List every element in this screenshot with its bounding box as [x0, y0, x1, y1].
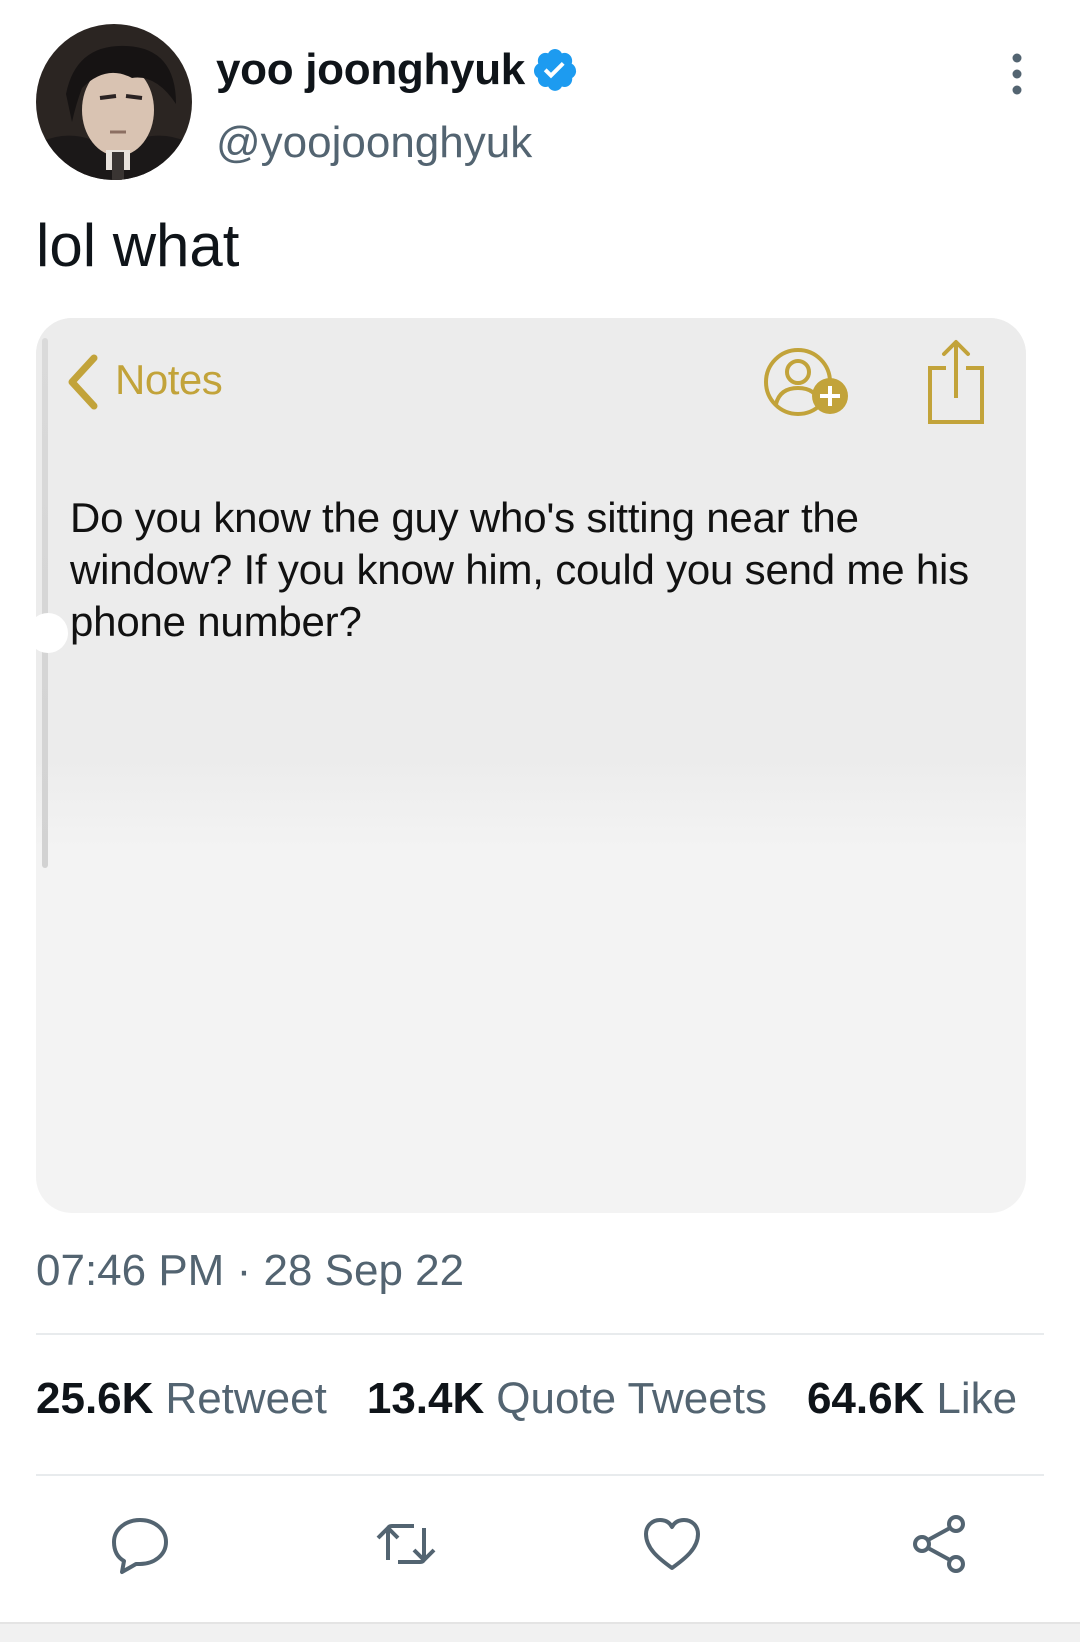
share-icon[interactable] — [908, 1512, 972, 1576]
stat-label: Like — [936, 1374, 1018, 1423]
stat-count: 13.4K — [366, 1374, 485, 1423]
author-name-row[interactable]: yoo joonghyuk — [216, 40, 579, 100]
paper-edge — [42, 338, 48, 868]
timestamp-separator: · — [224, 1246, 264, 1295]
tweet-time: 07:46 PM — [36, 1246, 225, 1295]
verified-badge-icon — [533, 49, 577, 91]
like-icon[interactable] — [640, 1512, 704, 1576]
add-person-icon — [764, 348, 848, 416]
tweet-text: lol what — [36, 212, 240, 279]
stat-count: 25.6K — [36, 1374, 154, 1423]
retweet-icon[interactable] — [374, 1512, 438, 1576]
retweet-count[interactable]: 25.6K Retweet — [36, 1374, 327, 1424]
stat-label: Retweet — [165, 1374, 327, 1423]
avatar-image — [36, 24, 192, 180]
tweet-media-image[interactable]: Notes Do you know the guy who's sitting … — [36, 318, 1026, 1213]
bottom-bar — [0, 1622, 1080, 1642]
tweet-date: 28 Sep 22 — [263, 1246, 465, 1295]
stat-count: 64.6K — [806, 1374, 925, 1423]
reply-icon[interactable] — [108, 1512, 172, 1576]
share-icon — [928, 340, 984, 424]
chevron-left-icon — [68, 354, 98, 410]
more-vertical-icon[interactable] — [1000, 52, 1034, 96]
stat-label: Quote Tweets — [496, 1374, 767, 1423]
tweet-stats: 25.6K Retweet 13.4K Quote Tweets 64.6K Like — [36, 1374, 1057, 1424]
tweet-timestamp[interactable]: 07:46 PM · 28 Sep 22 — [36, 1246, 464, 1296]
display-name[interactable]: yoo joonghyuk — [216, 45, 525, 95]
divider — [36, 1333, 1044, 1335]
handle[interactable]: @yoojoonghyuk — [216, 118, 532, 168]
notes-back-label: Notes — [115, 356, 223, 403]
likes-count[interactable]: 64.6K Like — [807, 1374, 1017, 1424]
quote-tweets-count[interactable]: 13.4K Quote Tweets — [367, 1374, 767, 1424]
note-body-text: Do you know the guy who's sitting near t… — [70, 494, 969, 645]
divider — [36, 1474, 1044, 1476]
avatar[interactable] — [36, 24, 192, 180]
